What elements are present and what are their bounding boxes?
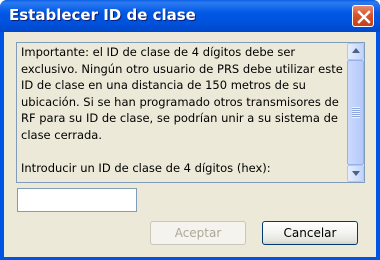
scroll-down-button[interactable] (347, 165, 364, 182)
accept-button[interactable]: Aceptar (150, 221, 246, 245)
close-icon (357, 10, 371, 24)
scroll-up-button[interactable] (347, 43, 364, 60)
dialog-body: Importante: el ID de clase de 4 dígitos … (4, 32, 376, 257)
vertical-scrollbar[interactable] (347, 43, 364, 182)
message-text: Importante: el ID de clase de 4 dígitos … (21, 45, 343, 176)
scroll-down-arrow-icon (352, 171, 360, 176)
title-bar[interactable]: Establecer ID de clase (0, 0, 380, 32)
scroll-up-arrow-icon (352, 48, 360, 53)
class-id-input[interactable] (17, 188, 137, 212)
scroll-grip-icon (352, 107, 360, 118)
dialog-window: Establecer ID de clase Importante: el ID… (0, 0, 380, 260)
close-button[interactable] (352, 5, 374, 27)
scroll-thumb[interactable] (347, 60, 364, 165)
cancel-button[interactable]: Cancelar (262, 221, 358, 245)
window-title: Establecer ID de clase (9, 6, 196, 24)
message-textbox[interactable]: Importante: el ID de clase de 4 dígitos … (16, 42, 365, 183)
